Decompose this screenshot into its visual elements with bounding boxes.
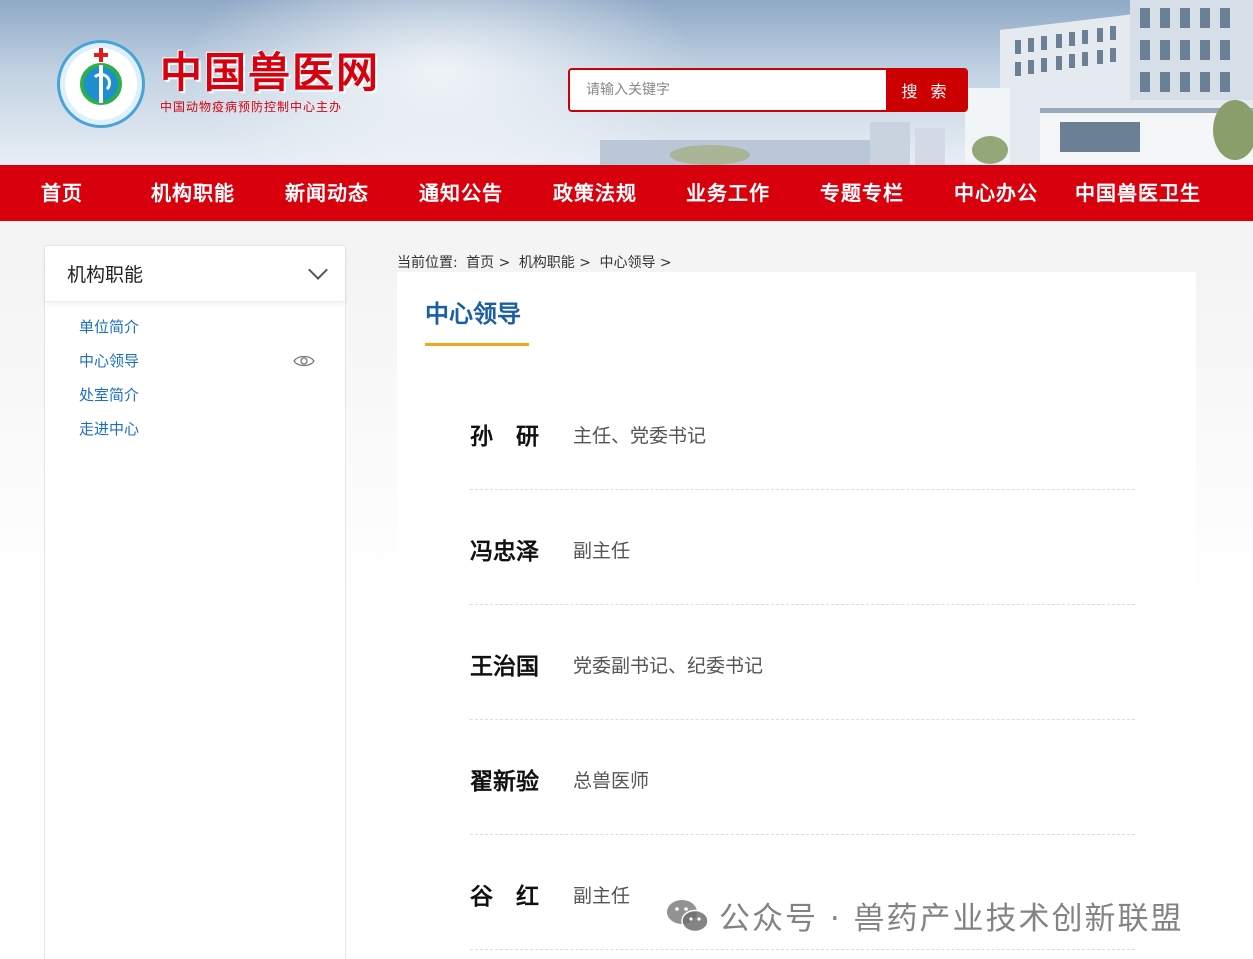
logo-subtitle: 中国动物疫病预防控制中心主办 xyxy=(160,100,343,114)
breadcrumb: 当前位置: 首页 > 机构职能 > 中心领导 > xyxy=(397,252,676,272)
nav-item-business[interactable]: 业务工作 xyxy=(686,165,770,221)
sidebar-item-leaders[interactable]: 中心领导 xyxy=(45,344,345,378)
leader-title: 党委副书记、纪委书记 xyxy=(573,655,764,677)
nav-item-office[interactable]: 中心办公 xyxy=(954,165,1038,221)
leader-name: 冯忠泽 xyxy=(470,539,539,565)
breadcrumb-functions[interactable]: 机构职能 > xyxy=(519,255,591,271)
leader-name: 孙 研 xyxy=(470,424,539,450)
breadcrumb-prefix: 当前位置: xyxy=(397,255,458,271)
nav-item-home[interactable]: 首页 xyxy=(41,165,83,221)
nav-item-topics[interactable]: 专题专栏 xyxy=(820,165,904,221)
leader-row: 孙 研 主任、党委书记 xyxy=(470,375,1135,490)
leader-name: 王治国 xyxy=(470,654,539,680)
wechat-icon xyxy=(667,899,709,932)
site-logo[interactable]: 中国兽医网 中国动物疫病预防控制中心主办 xyxy=(160,50,380,115)
wechat-watermark: 公众号 · 兽药产业技术创新联盟 xyxy=(665,893,1184,938)
site-header: 中国兽医网 中国动物疫病预防控制中心主办 搜 索 xyxy=(0,0,1253,165)
leader-name: 谷 红 xyxy=(470,884,539,910)
leader-title: 副主任 xyxy=(573,885,631,907)
sidebar-item-label: 处室简介 xyxy=(79,386,140,404)
logo-emblem-icon[interactable] xyxy=(57,40,145,128)
eye-icon xyxy=(293,355,315,367)
leader-row: 王治国 党委副书记、纪委书记 xyxy=(470,605,1135,720)
main-content: 中心领导 孙 研 主任、党委书记 冯忠泽 副主任 王治国 党委副书记、纪委书记 … xyxy=(397,272,1196,959)
sidebar-item-label: 中心领导 xyxy=(79,352,140,370)
leader-row: 翟新验 总兽医师 xyxy=(470,720,1135,835)
sidebar-sub-list: 单位简介 中心领导 处室简介 走进中心 xyxy=(45,302,345,446)
nav-item-functions[interactable]: 机构职能 xyxy=(151,165,235,221)
sidebar-item-intro[interactable]: 单位简介 xyxy=(45,310,345,344)
nav-item-policies[interactable]: 政策法规 xyxy=(553,165,637,221)
main-nav: 首页 机构职能 新闻动态 通知公告 政策法规 业务工作 专题专栏 中心办公 中国… xyxy=(0,165,1253,221)
sidebar-header[interactable]: 机构职能 xyxy=(45,246,345,302)
title-underline xyxy=(425,343,529,346)
sidebar-title: 机构职能 xyxy=(67,264,144,286)
sidebar-item-departments[interactable]: 处室简介 xyxy=(45,378,345,412)
watermark-text: 公众号 · 兽药产业技术创新联盟 xyxy=(719,901,1184,937)
leader-title: 总兽医师 xyxy=(573,770,650,792)
nav-item-notices[interactable]: 通知公告 xyxy=(419,165,503,221)
sidebar-item-label: 单位简介 xyxy=(79,318,140,336)
search-input[interactable] xyxy=(570,70,886,110)
search-box: 搜 索 xyxy=(568,68,968,112)
page-title: 中心领导 xyxy=(425,300,521,328)
breadcrumb-home[interactable]: 首页 > xyxy=(466,255,510,271)
sidebar: 机构职能 单位简介 中心领导 处室简介 走进中心 xyxy=(44,245,346,959)
logo-title: 中国兽医网 xyxy=(160,48,381,97)
leader-name: 翟新验 xyxy=(470,769,539,795)
nav-item-news[interactable]: 新闻动态 xyxy=(285,165,369,221)
sidebar-item-label: 走进中心 xyxy=(79,420,140,438)
sidebar-item-visit[interactable]: 走进中心 xyxy=(45,412,345,446)
leader-title: 主任、党委书记 xyxy=(573,425,707,447)
nav-item-vet-health[interactable]: 中国兽医卫生 xyxy=(1075,165,1201,221)
leader-title: 副主任 xyxy=(573,540,631,562)
chevron-down-icon[interactable] xyxy=(308,259,328,280)
breadcrumb-leaders[interactable]: 中心领导 > xyxy=(599,255,671,271)
leader-row: 冯忠泽 副主任 xyxy=(470,490,1135,605)
search-button[interactable]: 搜 索 xyxy=(886,70,966,110)
